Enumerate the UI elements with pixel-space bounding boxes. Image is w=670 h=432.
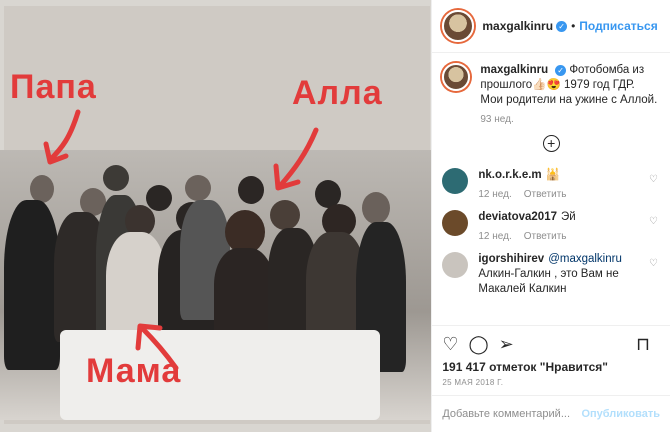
label-alla: Алла [292, 74, 383, 112]
avatar[interactable] [442, 252, 469, 278]
comments-list: maxgalkinru ✓ Фотобомба из прошлого👍🏻😍 19… [432, 53, 670, 325]
comment-icon[interactable]: ◯ [469, 334, 489, 355]
caption-meta: 93 нед. [480, 114, 660, 125]
reply-button[interactable]: Ответить [524, 189, 567, 200]
caption-time[interactable]: 93 нед. [480, 114, 513, 125]
comment-username[interactable]: igorshihirev [478, 253, 544, 265]
instagram-post: Папа Алла Мама maxgalkinru ✓ • Подписать… [0, 0, 670, 432]
post-photo[interactable]: Папа Алла Мама [0, 0, 432, 432]
person-head [146, 185, 172, 211]
person-head [238, 176, 264, 204]
person [4, 200, 60, 370]
comment-time[interactable]: 12 нед. [478, 231, 511, 242]
person-head [30, 175, 54, 203]
list-item: nk.o.r.k.e.m 🕌 12 нед. Ответить ♡ [442, 168, 660, 200]
avatar[interactable] [442, 10, 475, 42]
caption-username[interactable]: maxgalkinru [480, 64, 548, 76]
heart-icon[interactable]: ♡ [649, 258, 658, 269]
arrow-mama-icon [135, 323, 179, 371]
caption-text-block: maxgalkinru ✓ Фотобомба из прошлого👍🏻😍 19… [480, 63, 660, 108]
publish-button[interactable]: Опубликовать [581, 408, 660, 420]
post-date: 25 МАЯ 2018 Г. [442, 378, 504, 387]
heart-icon[interactable]: ♡ [649, 174, 658, 185]
separator-dot: • [571, 19, 576, 33]
list-item: deviatova2017 Эй 12 нед. Ответить ♡ [442, 210, 660, 242]
follow-button[interactable]: Подписаться [579, 19, 657, 33]
label-papa: Папа [10, 68, 97, 106]
comment-input[interactable]: Добавьте комментарий... [442, 408, 581, 420]
comment-mention[interactable]: @maxgalkinru [548, 253, 622, 265]
arrow-papa-icon [43, 109, 81, 165]
person [214, 248, 274, 340]
heart-icon[interactable]: ♡ [442, 334, 458, 355]
avatar[interactable] [442, 168, 469, 194]
post-actions: ♡ ◯ ➢ ⊓ 191 417 отметок "Нравится" 25 МА… [432, 325, 670, 387]
header-username[interactable]: maxgalkinru [482, 19, 553, 33]
heart-icon[interactable]: ♡ [649, 216, 658, 227]
post-header: maxgalkinru ✓ • Подписаться [432, 0, 670, 53]
verified-icon: ✓ [556, 20, 568, 32]
caption-avatar[interactable] [442, 63, 471, 91]
comment-text: 🕌 [545, 169, 560, 181]
caption: maxgalkinru ✓ Фотобомба из прошлого👍🏻😍 19… [442, 63, 660, 125]
avatar[interactable] [442, 210, 469, 236]
comment-text: Эй [561, 211, 576, 223]
reply-button[interactable]: Ответить [524, 231, 567, 242]
load-more-comments-icon[interactable]: + [542, 135, 560, 152]
comment-text: Алкин-Галкин , это Вам не Макалей Калкин [478, 268, 619, 295]
comment-username[interactable]: nk.o.r.k.e.m [478, 169, 541, 181]
post-sidebar: maxgalkinru ✓ • Подписаться maxgalkinru ✓… [431, 0, 670, 432]
bookmark-icon[interactable]: ⊓ [636, 334, 650, 355]
likes-count[interactable]: 191 417 отметок "Нравится" [442, 360, 660, 374]
add-comment-bar: Добавьте комментарий... Опубликовать [432, 395, 670, 432]
person-head [185, 175, 211, 201]
person-head [270, 200, 300, 230]
person-head [362, 192, 390, 224]
comment-time[interactable]: 12 нед. [478, 189, 511, 200]
verified-icon: ✓ [555, 65, 567, 76]
share-icon[interactable]: ➢ [499, 334, 514, 355]
person-head [103, 165, 129, 191]
arrow-alla-icon [273, 127, 319, 191]
list-item: igorshihirev @maxgalkinru Алкин-Галкин , э… [442, 252, 660, 297]
comment-username[interactable]: deviatova2017 [478, 211, 557, 223]
